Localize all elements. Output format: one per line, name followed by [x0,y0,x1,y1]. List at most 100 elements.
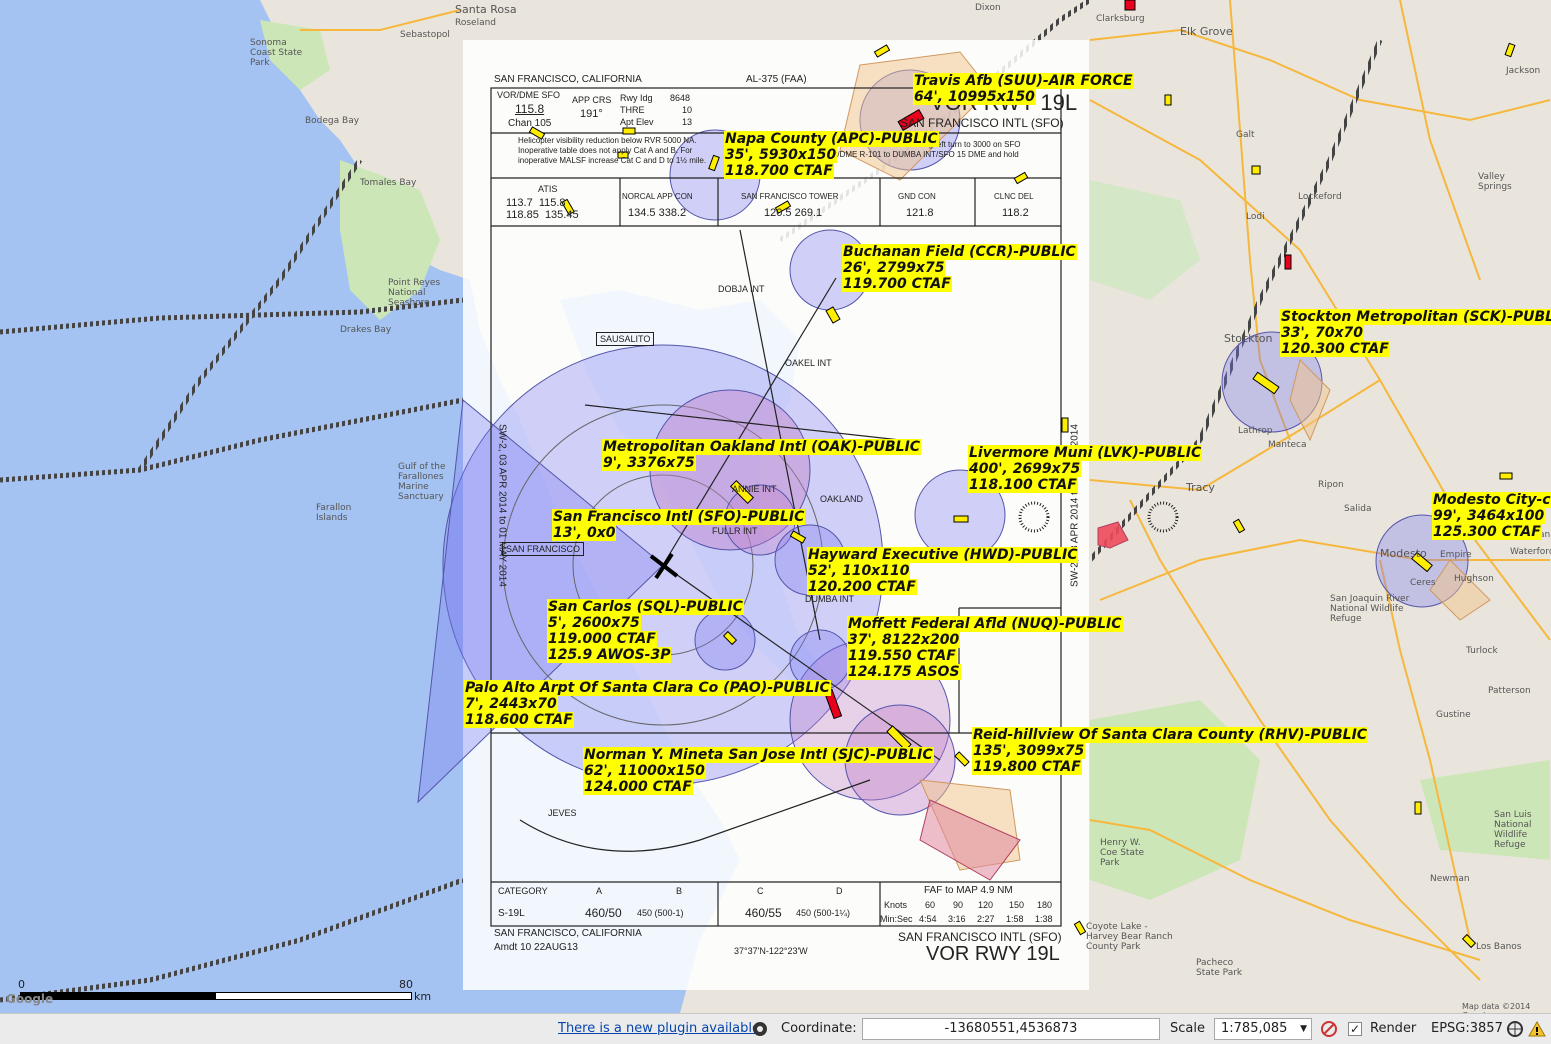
rwy-ldg-label: Rwy Idg [620,93,653,103]
plate-header-left: SAN FRANCISCO, CALIFORNIA [494,74,642,85]
plate-airport: SAN FRANCISCO INTL (SFO) [900,116,1064,130]
place-label: San Luis National Wildlife Refuge [1494,810,1532,850]
scale-select[interactable]: 1:785,085 ▼ [1214,1018,1312,1040]
faf-map: FAF to MAP 4.9 NM [924,885,1013,896]
place-label: Patterson [1488,686,1531,696]
projection-icon[interactable] [1506,1020,1524,1038]
airport-label-sjc[interactable]: Norman Y. Mineta San Jose Intl (SJC)-PUB… [583,747,934,795]
comm-twr-name: SAN FRANCISCO TOWER [741,192,839,201]
airport-label-oak[interactable]: Metropolitan Oakland Intl (OAK)-PUBLIC 9'… [602,439,922,471]
vor-box-label: VOR/DME SFO [497,90,561,100]
rotation-lock-icon[interactable] [1320,1020,1338,1038]
place-label: Hughson [1454,574,1494,584]
place-label: Drakes Bay [340,325,392,335]
comm-clnc-freq: 118.2 [1002,207,1029,219]
fix-sanfrancisco: SAN FRANCISCO [502,542,585,556]
vor-box-freq: 115.8 [515,102,545,116]
comm-atis-name: ATIS [538,184,558,194]
app-crs-value: 191° [580,108,603,120]
place-label: Santa Rosa [455,3,517,16]
new-plugin-link[interactable]: There is a new plugin available [558,1021,760,1036]
minima-row-label: S-19L [498,908,525,919]
apt-elev: 13 [682,117,693,127]
place-label: Clarksburg [1096,14,1145,24]
knots-4: 180 [1037,900,1053,910]
place-label: Henry W. Coe State Park [1100,838,1145,868]
place-label: Newman [1430,874,1470,884]
airport-label-rhv[interactable]: Reid-hillview Of Santa Clara County (RHV… [972,727,1369,775]
place-label: Salida [1344,504,1372,514]
plate-footer-airport: SAN FRANCISCO INTL (SFO) [898,930,1062,944]
render-checkbox[interactable]: ✓ [1348,1022,1362,1036]
airport-label-nuq[interactable]: Moffett Federal Afld (NUQ)-PUBLIC 37', 81… [847,616,1123,680]
airport-label-sfo[interactable]: San Francisco Intl (SFO)-PUBLIC 13', 0x0 [552,509,806,541]
fix-dobja: DOBJA INT [718,284,765,294]
minima-row-cd: 460/55 [745,906,782,920]
scale-bar-graphic [20,992,412,1000]
map-attribution: Map data ©2014 Google [1462,1002,1531,1013]
comm-twr-freq: 120.5 269.1 [764,207,823,219]
minima-row-cd-paren: 450 (500-1¼) [796,908,851,918]
place-label: Empire [1440,550,1472,560]
place-label: Elk Grove [1180,25,1233,38]
epsg-label[interactable]: EPSG:3857 [1431,1021,1503,1036]
knots-3: 150 [1009,900,1025,910]
place-label: Roseland [455,18,497,28]
knots-1: 90 [953,900,964,910]
plate-footer-title: VOR RWY 19L [926,943,1060,965]
plate-footer-coord: 37°37'N-122°23'W [734,946,808,956]
airport-label-suu[interactable]: Travis Afb (SUU)-AIR FORCE 64', 10995x150 [913,73,1134,105]
place-label: Lodi [1246,212,1265,222]
place-label: Point Reyes National Seashore [388,278,441,308]
place-label: Jackson [1506,66,1541,76]
plate-header-right: AL-375 (FAA) [746,74,807,85]
fix-annie: ANNIE INT [732,484,777,494]
fix-dumba: DUMBA INT [805,594,855,604]
minima-row-ab-paren: 450 (500-1) [637,908,684,918]
comm-app-freq: 134.5 338.2 [628,207,687,219]
place-label: Ceres [1410,578,1436,588]
vor-box-chan: Chan 105 [508,118,552,129]
place-label: San Joaquin River National Wildlife Refu… [1330,594,1410,624]
fix-oakland: OAKLAND [820,494,864,504]
minima-row-ab: 460/50 [585,906,622,920]
comm-gnd-name: GND CON [898,192,936,201]
airport-label-sck[interactable]: Stockton Metropolitan (SCK)-PUBLIC 33', 7… [1280,309,1551,357]
minima-header-c: C [757,886,764,896]
airport-label-mod[interactable]: Modesto City-co-99', 3464x100125.300 CTA… [1432,492,1551,540]
rwy-ldg: 8648 [670,93,691,103]
place-label: Lathrop [1238,426,1273,436]
minsec-3: 1:58 [1006,914,1024,924]
knots-2: 120 [978,900,994,910]
minsec-1: 3:16 [948,914,966,924]
airport-label-pao[interactable]: Palo Alto Arpt Of Santa Clara Co (PAO)-P… [464,680,831,728]
minima-header-b: B [676,886,683,896]
airport-label-sql[interactable]: San Carlos (SQL)-PUBLIC 5', 2600x75 119.00… [547,599,744,663]
map-canvas[interactable]: Santa Rosa Sebastopol Roseland Sonoma Co… [0,0,1551,1013]
plate-notes: Helicopter visibility reduction below RV… [518,136,707,165]
google-logo: Google [6,992,54,1006]
fix-sausalito: SAUSALITO [596,332,655,346]
plugin-icon[interactable] [751,1020,769,1038]
apt-elev-label: Apt Elev [620,117,654,127]
airport-label-apc[interactable]: Napa County (APC)-PUBLIC 35', 5930x150 118… [724,131,939,179]
coordinate-label: Coordinate: [781,1021,857,1036]
messages-icon[interactable] [1528,1020,1546,1038]
place-label: Sebastopol [400,30,450,40]
thre-label: THRE [620,105,645,115]
fix-jeves: JEVES [548,808,577,818]
plate-footer-left: SAN FRANCISCO, CALIFORNIA [494,928,642,939]
place-label: Galt [1236,130,1255,140]
coordinate-field[interactable]: -13680551,4536873 [862,1018,1160,1040]
minsec-4: 1:38 [1035,914,1053,924]
scale-unit: km [414,990,432,1003]
minsec-0: 4:54 [919,914,937,924]
thre: 10 [682,105,693,115]
scale-select-value: 1:785,085 [1221,1021,1288,1036]
place-label: Farallon Islands [316,503,352,523]
airport-label-ccr[interactable]: Buchanan Field (CCR)-PUBLIC 26', 2799x75 1… [842,244,1077,292]
airport-label-hwd[interactable]: Hayward Executive (HWD)-PUBLIC 52', 110x1… [807,547,1079,595]
place-label: Lockeford [1298,192,1342,202]
plate-side-text-left: SW-2, 03 APR 2014 to 01 MAY 2014 [496,424,508,587]
airport-label-lvk[interactable]: Livermore Muni (LVK)-PUBLIC 400', 2699x75… [968,445,1203,493]
